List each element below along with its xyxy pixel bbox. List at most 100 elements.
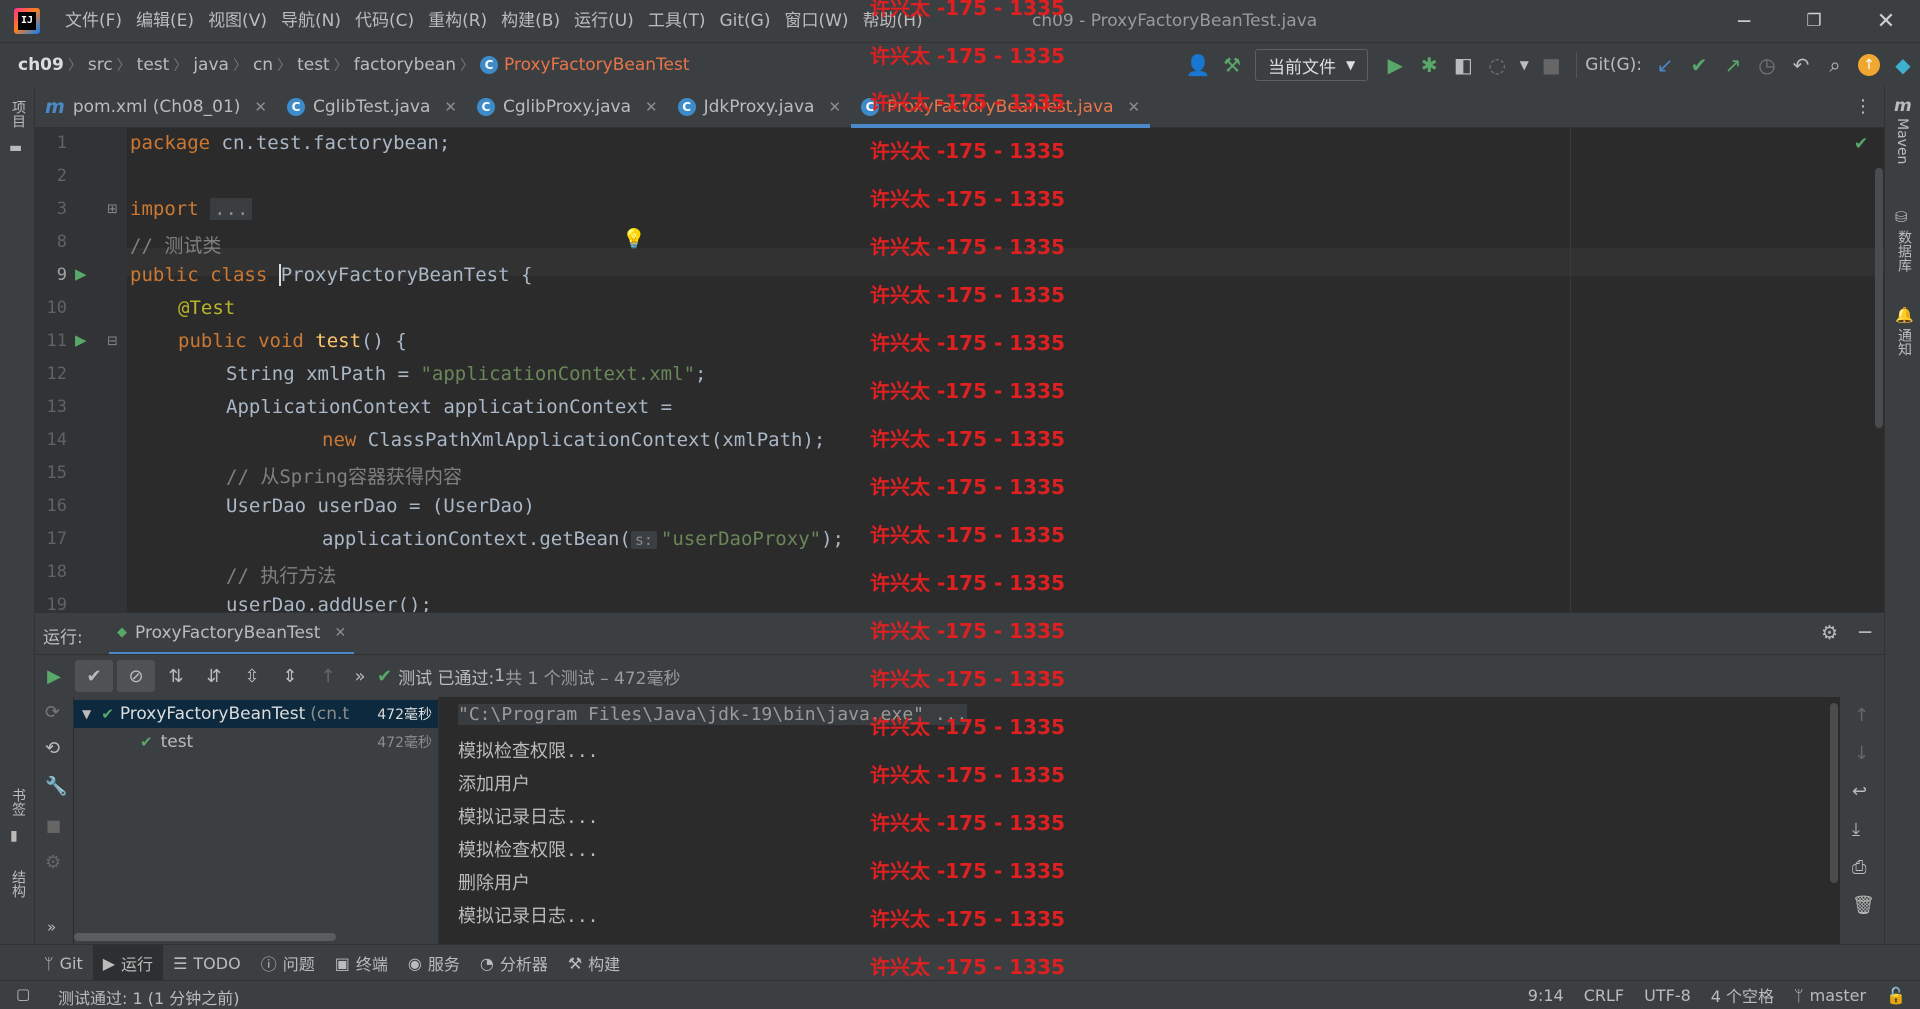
- run-test-gutter-icon[interactable]: ▶: [75, 265, 87, 283]
- show-ignored-icon[interactable]: ⊘: [117, 660, 155, 692]
- inspection-ok-icon[interactable]: ✔: [1854, 134, 1868, 154]
- database-tool-button[interactable]: 数据库: [1894, 230, 1914, 272]
- tool-terminal[interactable]: ▣ 终端: [325, 945, 398, 981]
- history-icon[interactable]: ◷: [1750, 43, 1784, 87]
- rollback-icon[interactable]: ↶: [1784, 43, 1818, 87]
- account-icon[interactable]: 👤: [1181, 43, 1215, 87]
- breadcrumb-cn[interactable]: cn: [253, 55, 273, 75]
- tool-run[interactable]: ▶ 运行: [92, 945, 164, 981]
- chevron-down-icon[interactable]: ▼: [82, 707, 91, 721]
- scroll-down-icon[interactable]: ↓: [1854, 743, 1869, 764]
- tool-git[interactable]: ᛘ Git: [34, 945, 93, 981]
- close-icon[interactable]: ✕: [1128, 98, 1141, 116]
- run-icon[interactable]: ▶: [1378, 43, 1412, 87]
- build-hammer-icon[interactable]: ⚒: [1215, 43, 1249, 87]
- menu-run[interactable]: 运行(U): [567, 0, 641, 42]
- chevron-down-icon[interactable]: ▼: [1514, 43, 1534, 87]
- expand-all-icon[interactable]: ⇳: [233, 655, 271, 697]
- rerun-icon[interactable]: ▶: [35, 655, 73, 697]
- line-separator[interactable]: CRLF: [1584, 986, 1624, 1005]
- lightbulb-icon[interactable]: 💡: [622, 227, 646, 250]
- collapse-all-icon[interactable]: ⇕: [271, 655, 309, 697]
- update-icon[interactable]: ↑: [1852, 43, 1886, 87]
- run-test-gutter-icon[interactable]: ▶: [75, 331, 87, 349]
- tool-services[interactable]: ◉ 服务: [398, 945, 470, 981]
- git-commit-icon[interactable]: ✔: [1682, 43, 1716, 87]
- toggle-autotest-icon[interactable]: ⟲: [45, 738, 60, 759]
- soft-wrap-icon[interactable]: ↩: [1852, 781, 1867, 802]
- close-icon[interactable]: ✕: [645, 98, 658, 116]
- scroll-up-icon[interactable]: ↑: [1854, 705, 1869, 726]
- close-window-button[interactable]: ✕: [1858, 0, 1914, 42]
- sort-duration-icon[interactable]: ⇵: [195, 655, 233, 697]
- trash-icon[interactable]: 🗑: [1852, 895, 1875, 916]
- tree-row-method[interactable]: ✔ test 472毫秒: [74, 728, 438, 756]
- tab-cglibtest[interactable]: C CglibTest.java ✕: [277, 87, 467, 127]
- run-tab[interactable]: ◆ ProxyFactoryBeanTest ✕: [109, 613, 355, 655]
- breadcrumb-file[interactable]: ProxyFactoryBeanTest: [504, 55, 689, 75]
- breadcrumb-test[interactable]: test: [137, 55, 170, 75]
- debug-icon[interactable]: ✱: [1412, 43, 1446, 87]
- menu-view[interactable]: 视图(V): [201, 0, 274, 42]
- menu-edit[interactable]: 编辑(E): [129, 0, 201, 42]
- breadcrumb-java[interactable]: java: [193, 55, 229, 75]
- scroll-to-end-icon[interactable]: ⤓: [1852, 819, 1860, 840]
- rerun-failed-icon[interactable]: ⟳: [45, 702, 60, 723]
- structure-tool-button[interactable]: 结构: [8, 870, 28, 898]
- toggle-panels-icon[interactable]: ▢: [16, 985, 30, 1003]
- git-push-icon[interactable]: ↗: [1716, 43, 1750, 87]
- menu-file[interactable]: 文件(F): [58, 0, 129, 42]
- project-tool-button[interactable]: 项目: [8, 100, 28, 128]
- stop-icon[interactable]: ■: [1534, 43, 1568, 87]
- tool-todo[interactable]: ☰ TODO: [163, 945, 251, 981]
- run-config-select[interactable]: 当前文件 ▼: [1255, 49, 1369, 81]
- tool-build[interactable]: ⚒ 构建: [558, 945, 630, 981]
- tab-pom-xml[interactable]: m pom.xml (Ch08_01) ✕: [35, 87, 277, 127]
- folded-imports[interactable]: ...: [210, 198, 253, 220]
- menu-git[interactable]: Git(G): [712, 0, 777, 42]
- console-output[interactable]: "C:\Program Files\Java\jdk-19\bin\java.e…: [440, 697, 1840, 944]
- bookmarks-tool-button[interactable]: 书签: [8, 788, 28, 816]
- show-passed-icon[interactable]: ✔: [75, 660, 113, 692]
- close-icon[interactable]: ✕: [334, 625, 346, 641]
- menu-tools[interactable]: 工具(T): [641, 0, 713, 42]
- more-tabs-icon[interactable]: ⋮: [1854, 96, 1872, 117]
- gear-icon[interactable]: ⚙: [1821, 622, 1838, 644]
- tab-cglibproxy[interactable]: C CglibProxy.java ✕: [467, 87, 668, 127]
- git-branch-widget[interactable]: ᛘ master: [1794, 986, 1866, 1005]
- lock-icon[interactable]: 🔓: [1886, 986, 1906, 1005]
- tool-problems[interactable]: ⓘ 问题: [251, 945, 325, 981]
- indent-setting[interactable]: 4 个空格: [1711, 983, 1774, 1007]
- sort-alpha-icon[interactable]: ⇅: [157, 655, 195, 697]
- console-scrollbar[interactable]: [1830, 703, 1838, 883]
- tree-scrollbar[interactable]: [74, 933, 336, 941]
- coverage-icon[interactable]: ◧: [1446, 43, 1480, 87]
- settings-icon[interactable]: ⚙: [45, 852, 61, 873]
- close-icon[interactable]: ✕: [254, 98, 267, 116]
- menu-navigate[interactable]: 导航(N): [274, 0, 348, 42]
- tool-profiler[interactable]: ◔ 分析器: [470, 945, 558, 981]
- notifications-tool-button[interactable]: 通知: [1894, 328, 1914, 356]
- breadcrumb-src[interactable]: src: [88, 55, 113, 75]
- minimize-button[interactable]: ─: [1716, 0, 1772, 42]
- fold-icon[interactable]: ⊟: [107, 334, 118, 349]
- print-icon[interactable]: ⎙: [1852, 857, 1866, 878]
- breadcrumb-project[interactable]: ch09: [18, 55, 64, 75]
- menu-build[interactable]: 构建(B): [494, 0, 567, 42]
- search-icon[interactable]: ⌕: [1818, 43, 1852, 87]
- status-message[interactable]: 测试通过: 1 (1 分钟之前): [58, 985, 240, 1009]
- wrench-icon[interactable]: 🔧: [45, 776, 67, 797]
- profile-icon[interactable]: ◌: [1480, 43, 1514, 87]
- tree-row-class[interactable]: ▼ ✔ ProxyFactoryBeanTest (cn.t 472毫秒: [74, 700, 438, 728]
- restore-button[interactable]: ❐: [1786, 0, 1842, 42]
- file-encoding[interactable]: UTF-8: [1644, 986, 1691, 1005]
- breadcrumb-factorybean[interactable]: factorybean: [354, 55, 456, 75]
- maven-tool-button[interactable]: Maven: [1894, 118, 1910, 164]
- menu-code[interactable]: 代码(C): [348, 0, 421, 42]
- menu-window[interactable]: 窗口(W): [777, 0, 855, 42]
- previous-failed-icon[interactable]: ↑: [309, 655, 347, 697]
- more-icon[interactable]: »: [47, 918, 56, 936]
- jetbrains-plugin-icon[interactable]: ◆: [1886, 43, 1920, 87]
- tab-jdkproxy[interactable]: C JdkProxy.java ✕: [668, 87, 851, 127]
- fold-icon[interactable]: ⊞: [107, 202, 118, 217]
